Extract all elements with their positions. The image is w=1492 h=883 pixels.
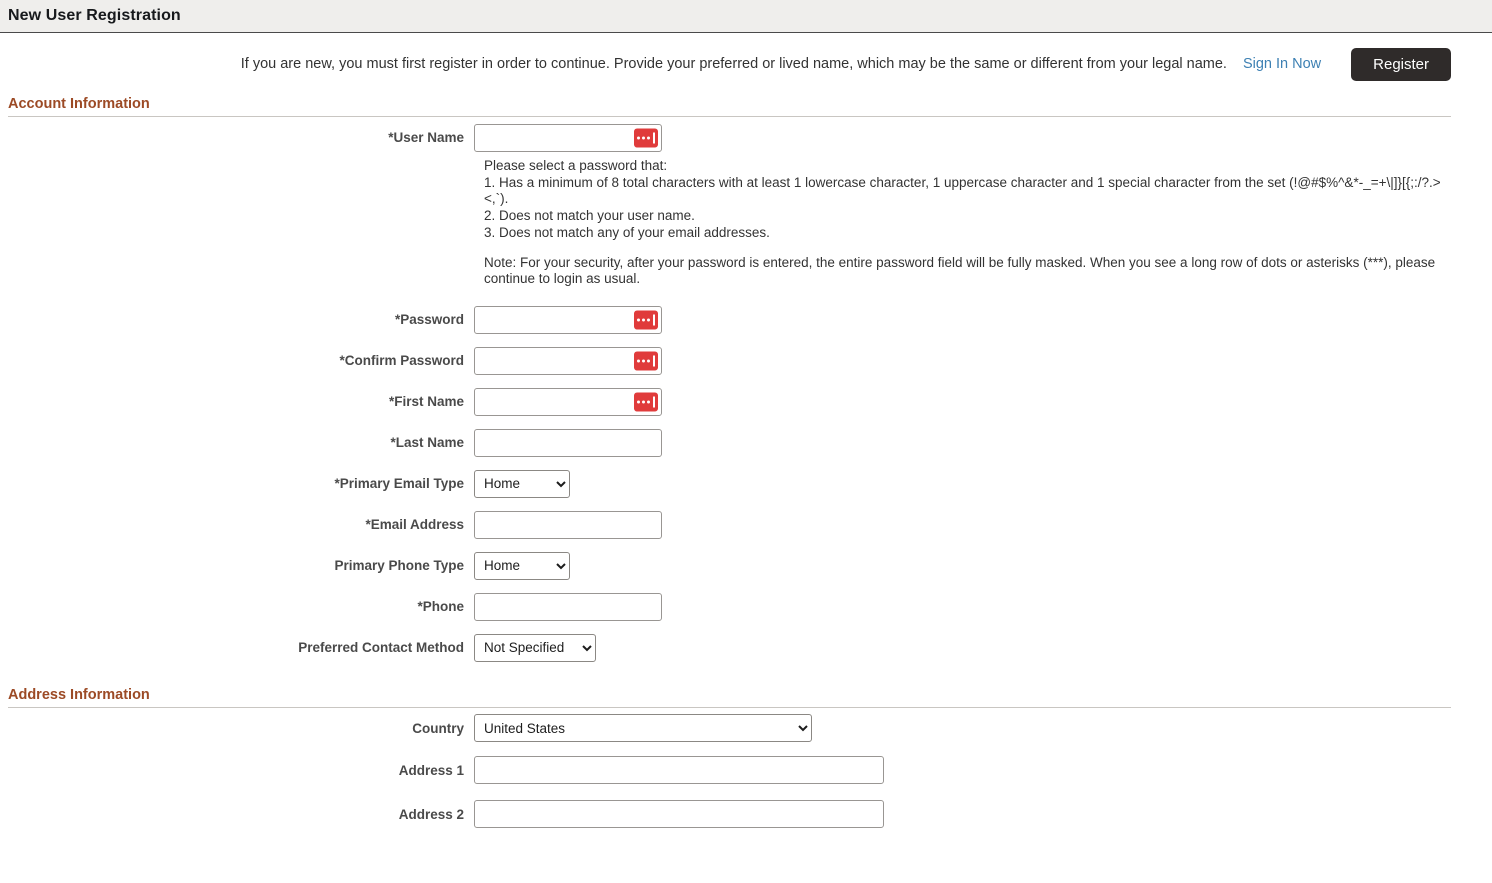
dot-2-icon	[642, 136, 645, 139]
field-wrap-address-1	[474, 756, 884, 784]
section-header-account: Account Information	[8, 95, 1451, 117]
dot-2-icon	[642, 400, 645, 403]
form-row-preferred-contact-method: Preferred Contact Method Not Specified	[0, 627, 1492, 668]
address-information-form: Country United States Address 1 Address …	[0, 708, 1492, 836]
form-row-password: *Password	[0, 299, 1492, 340]
password-rule-2: 2. Does not match your user name.	[484, 208, 695, 223]
field-wrap-address-2	[474, 800, 884, 828]
form-row-confirm-password: *Confirm Password	[0, 340, 1492, 381]
password-help-block: Please select a password that: 1. Has a …	[484, 158, 1444, 287]
field-wrap-user-name	[474, 123, 662, 152]
label-phone: *Phone	[417, 599, 464, 614]
section-title-account-information: Account Information	[8, 96, 150, 112]
label-country: Country	[412, 720, 464, 736]
dot-1-icon	[637, 400, 640, 403]
dot-2-icon	[642, 359, 645, 362]
last-name-input[interactable]	[474, 428, 662, 457]
dot-3-icon	[647, 136, 650, 139]
prompt-lookup-icon[interactable]	[634, 310, 658, 329]
label-preferred-contact-method: Preferred Contact Method	[298, 640, 464, 655]
dot-1-icon	[637, 136, 640, 139]
address-2-input[interactable]	[474, 800, 884, 828]
section-header-address: Address Information	[8, 686, 1451, 708]
register-button[interactable]: Register	[1351, 47, 1451, 81]
label-address-2: Address 2	[398, 806, 464, 822]
field-wrap-email-address	[474, 510, 662, 539]
cursor-bar-icon	[653, 314, 655, 325]
cursor-bar-icon	[653, 132, 655, 143]
prompt-lookup-icon[interactable]	[634, 128, 658, 147]
dot-3-icon	[647, 400, 650, 403]
prompt-lookup-icon[interactable]	[634, 392, 658, 411]
intro-instruction-text: If you are new, you must first register …	[240, 56, 1227, 72]
dot-3-icon	[647, 359, 650, 362]
primary-phone-type-select[interactable]: Home	[474, 551, 570, 580]
form-row-address-2: Address 2	[0, 792, 1492, 836]
intro-action-row: If you are new, you must first register …	[0, 33, 1492, 95]
form-row-first-name: *First Name	[0, 381, 1492, 422]
form-row-address-1: Address 1	[0, 748, 1492, 792]
field-wrap-first-name	[474, 387, 662, 416]
sign-in-now-link[interactable]: Sign In Now	[1243, 56, 1321, 72]
page-title: New User Registration	[8, 7, 181, 24]
form-row-country: Country United States	[0, 708, 1492, 748]
field-wrap-last-name	[474, 428, 662, 457]
account-information-form: *User Name Please select a password that…	[0, 117, 1492, 668]
dot-1-icon	[637, 359, 640, 362]
field-wrap-confirm-password	[474, 346, 662, 375]
prompt-lookup-icon[interactable]	[634, 351, 658, 370]
form-row-primary-email-type: *Primary Email Type Home	[0, 463, 1492, 504]
address-1-input[interactable]	[474, 756, 884, 784]
form-row-user-name: *User Name	[0, 117, 1492, 158]
form-row-primary-phone-type: Primary Phone Type Home	[0, 545, 1492, 586]
form-row-last-name: *Last Name	[0, 422, 1492, 463]
form-row-email-address: *Email Address	[0, 504, 1492, 545]
password-help-intro: Please select a password that:	[484, 158, 668, 173]
form-row-phone: *Phone	[0, 586, 1492, 627]
label-first-name: *First Name	[388, 394, 464, 409]
field-wrap-password	[474, 305, 662, 334]
label-user-name: *User Name	[388, 130, 464, 145]
label-last-name: *Last Name	[390, 435, 464, 450]
label-primary-phone-type: Primary Phone Type	[334, 558, 464, 573]
label-confirm-password: *Confirm Password	[339, 353, 464, 368]
dot-2-icon	[642, 318, 645, 321]
password-rule-3: 3. Does not match any of your email addr…	[484, 225, 770, 240]
section-title-address-information: Address Information	[8, 687, 150, 703]
helper-spacer	[0, 287, 1492, 299]
page-header: New User Registration	[0, 0, 1492, 33]
primary-email-type-select[interactable]: Home	[474, 469, 570, 498]
password-masking-note: Note: For your security, after your pass…	[484, 255, 1436, 286]
dot-1-icon	[637, 318, 640, 321]
label-email-address: *Email Address	[365, 517, 464, 532]
cursor-bar-icon	[653, 355, 655, 366]
dot-3-icon	[647, 318, 650, 321]
country-select[interactable]: United States	[474, 714, 812, 742]
label-primary-email-type: *Primary Email Type	[334, 476, 464, 491]
label-password: *Password	[394, 312, 464, 327]
field-wrap-phone	[474, 592, 662, 621]
password-rule-1: 1. Has a minimum of 8 total characters w…	[484, 175, 1441, 206]
email-address-input[interactable]	[474, 510, 662, 539]
phone-input[interactable]	[474, 592, 662, 621]
cursor-bar-icon	[653, 396, 655, 407]
preferred-contact-method-select[interactable]: Not Specified	[474, 633, 596, 662]
label-address-1: Address 1	[398, 762, 464, 778]
